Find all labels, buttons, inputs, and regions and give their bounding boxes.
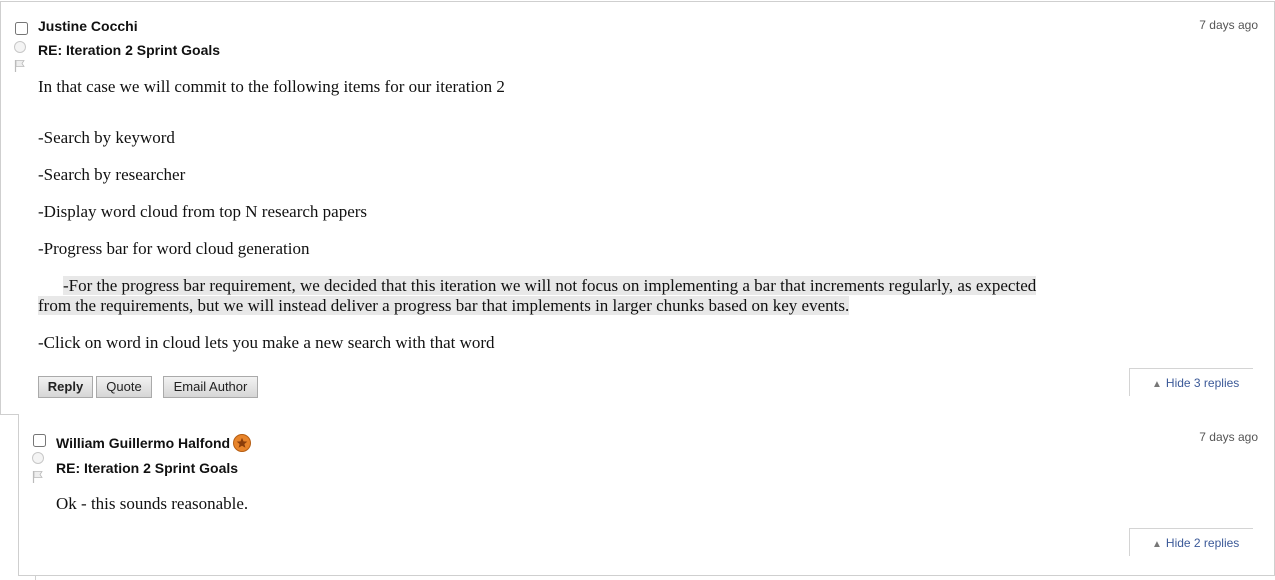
flag-icon[interactable] [14, 59, 26, 73]
post-select-checkbox[interactable] [15, 22, 28, 35]
post-subject: RE: Iteration 2 Sprint Goals [38, 42, 221, 58]
post-subject: RE: Iteration 2 Sprint Goals [56, 460, 239, 476]
list-item: -Click on word in cloud lets you make a … [38, 333, 495, 352]
list-item: -Progress bar for word cloud generation [38, 239, 310, 258]
email-author-button[interactable]: Email Author [163, 376, 258, 398]
hide-replies-link[interactable]: ▲ Hide 3 replies [1129, 368, 1253, 396]
note-line-2: from the requirements, but we will inste… [38, 296, 850, 315]
reply-button[interactable]: Reply [38, 376, 93, 398]
list-item: -Search by keyword [38, 128, 175, 147]
thread-connector-line [35, 575, 36, 580]
list-item: -Display word cloud from top N research … [38, 202, 368, 221]
collapse-arrow-icon: ▲ [1152, 379, 1162, 390]
post-justine-cocchi: Justine Cocchi RE: Iteration 2 Sprint Go… [0, 1, 1275, 415]
star-badge-icon [233, 434, 251, 452]
read-status-icon[interactable] [32, 452, 44, 464]
collapse-arrow-icon: ▲ [1152, 539, 1162, 550]
post-author[interactable]: Justine Cocchi [38, 18, 138, 34]
post-author[interactable]: William Guillermo Halfond [56, 435, 230, 451]
note-line-1: -For the progress bar requirement, we de… [63, 276, 1037, 295]
hide-replies-link[interactable]: ▲ Hide 2 replies [1129, 528, 1253, 556]
post-timestamp: 7 days ago [1199, 430, 1258, 444]
hide-replies-label: Hide 3 replies [1165, 376, 1240, 390]
quote-button[interactable]: Quote [96, 376, 152, 398]
read-status-icon[interactable] [14, 41, 26, 53]
post-select-checkbox[interactable] [33, 434, 46, 447]
body-intro: In that case we will commit to the follo… [38, 77, 505, 96]
post-william-halfond: William Guillermo Halfond RE: Iteration … [18, 414, 1275, 576]
flag-icon[interactable] [32, 470, 44, 484]
list-item: -Search by researcher [38, 165, 186, 184]
post-timestamp: 7 days ago [1199, 18, 1258, 32]
body-text: Ok - this sounds reasonable. [56, 494, 249, 513]
hide-replies-label: Hide 2 replies [1165, 536, 1240, 550]
